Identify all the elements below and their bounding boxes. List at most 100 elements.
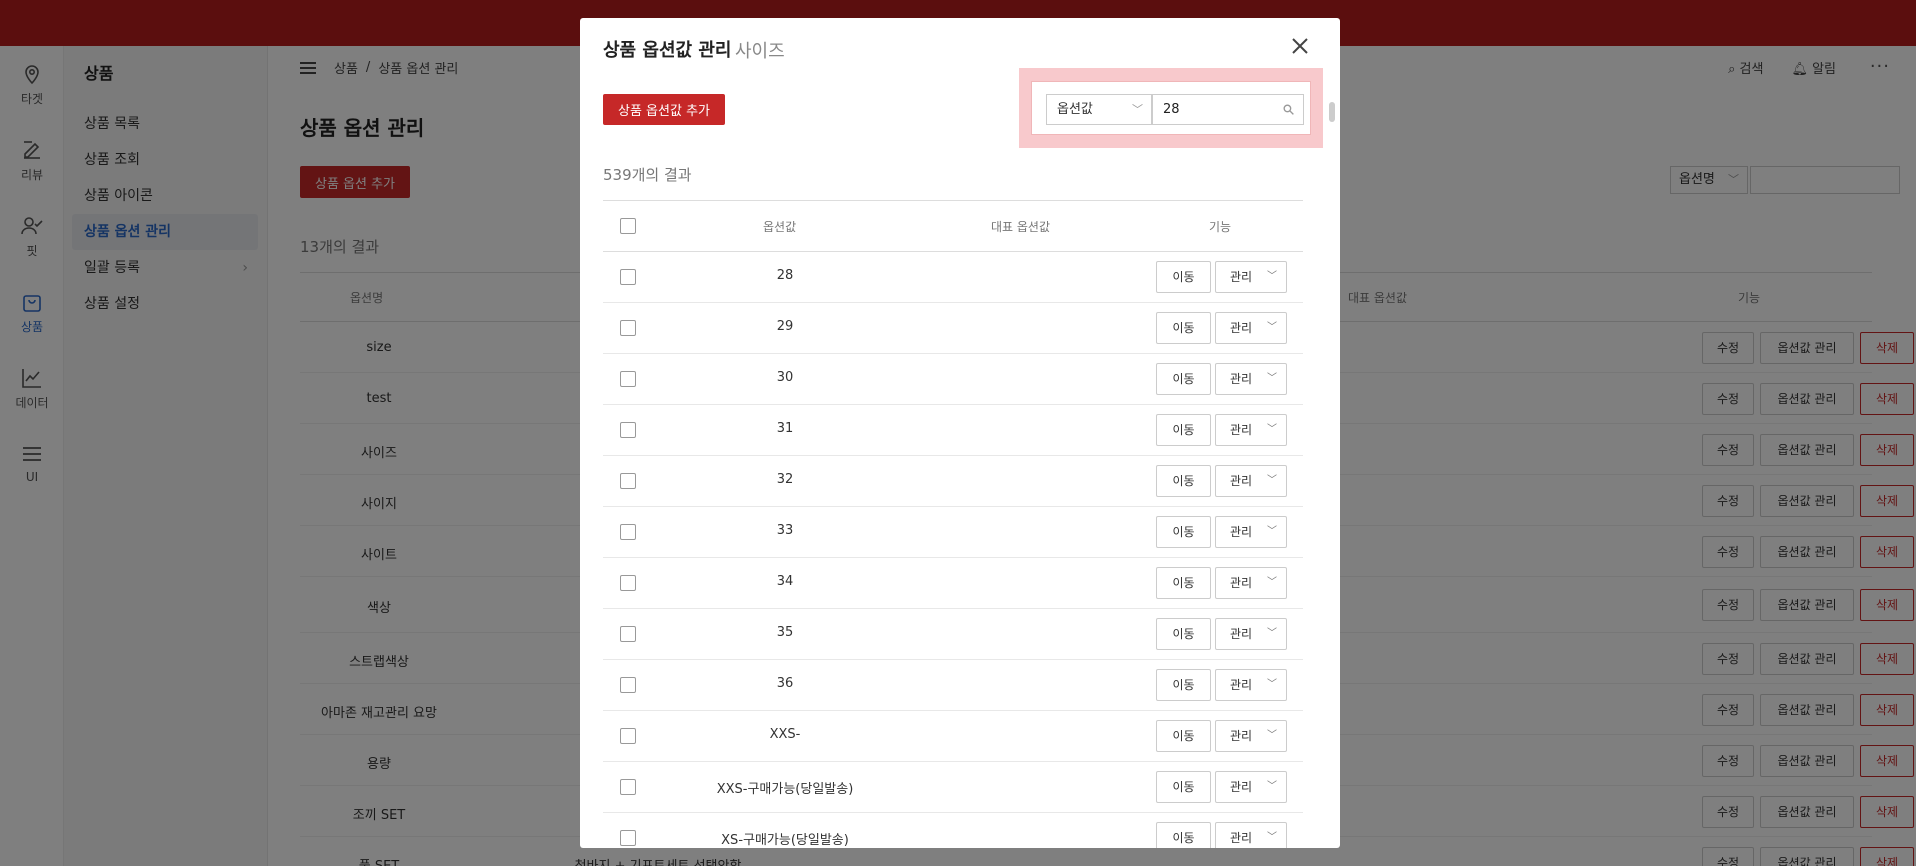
manage-label: 관리 — [1230, 525, 1253, 539]
row-checkbox[interactable] — [620, 473, 636, 489]
option-value-cell: XXS- — [769, 727, 801, 742]
move-button[interactable]: 이동 — [1156, 720, 1211, 752]
manage-dropdown[interactable]: 관리 ﹀ — [1215, 618, 1287, 650]
row-checkbox[interactable] — [620, 626, 636, 642]
move-button[interactable]: 이동 — [1156, 312, 1211, 344]
chevron-down-icon: ﹀ — [1132, 103, 1143, 116]
modal-subtitle: 사이즈 — [735, 41, 785, 62]
chevron-down-icon: ﹀ — [1267, 832, 1277, 843]
manage-label: 관리 — [1230, 729, 1253, 743]
row-checkbox[interactable] — [620, 728, 636, 744]
modal-title: 상품 옵션값 관리 — [603, 40, 732, 61]
option-value-cell: XXS-구매가능(당일발송) — [716, 782, 854, 797]
table-row: XXS-구매가능(당일발송) 이동 관리 ﹀ — [603, 762, 1303, 813]
option-value-modal: 상품 옵션값 관리 사이즈 상품 옵션값 추가 옵션값 ﹀ 539개의 결과 옵션… — [580, 18, 1340, 848]
row-checkbox[interactable] — [620, 677, 636, 693]
row-checkbox[interactable] — [620, 269, 636, 285]
option-value-cell: 29 — [776, 319, 794, 334]
move-button[interactable]: 이동 — [1156, 618, 1211, 650]
close-icon[interactable] — [1288, 34, 1312, 58]
search-input[interactable] — [1153, 95, 1273, 124]
option-value-cell: 30 — [776, 370, 794, 385]
row-checkbox[interactable] — [620, 575, 636, 591]
manage-label: 관리 — [1230, 372, 1253, 386]
table-row: 28 이동 관리 ﹀ — [603, 252, 1303, 303]
table-row: 35 이동 관리 ﹀ — [603, 609, 1303, 660]
chevron-down-icon: ﹀ — [1267, 577, 1277, 588]
table-row: 36 이동 관리 ﹀ — [603, 660, 1303, 711]
manage-dropdown[interactable]: 관리 ﹀ — [1215, 261, 1287, 293]
manage-label: 관리 — [1230, 270, 1253, 284]
manage-label: 관리 — [1230, 780, 1253, 794]
move-button[interactable]: 이동 — [1156, 516, 1211, 548]
modal-scrollbar[interactable] — [1328, 86, 1336, 846]
chevron-down-icon: ﹀ — [1267, 322, 1277, 333]
move-button[interactable]: 이동 — [1156, 363, 1211, 395]
option-value-cell: 28 — [776, 268, 794, 283]
chevron-down-icon: ﹀ — [1267, 628, 1277, 639]
chevron-down-icon: ﹀ — [1267, 781, 1277, 792]
manage-dropdown[interactable]: 관리 ﹀ — [1215, 516, 1287, 548]
select-all-checkbox[interactable] — [620, 218, 636, 234]
move-button[interactable]: 이동 — [1156, 822, 1211, 848]
move-button[interactable]: 이동 — [1156, 465, 1211, 497]
row-checkbox[interactable] — [620, 320, 636, 336]
manage-label: 관리 — [1230, 423, 1253, 437]
row-checkbox[interactable] — [620, 830, 636, 846]
table-row: XXS- 이동 관리 ﹀ — [603, 711, 1303, 762]
scrollbar-thumb[interactable] — [1329, 102, 1335, 122]
manage-dropdown[interactable]: 관리 ﹀ — [1215, 567, 1287, 599]
manage-dropdown[interactable]: 관리 ﹀ — [1215, 822, 1287, 848]
chevron-down-icon: ﹀ — [1267, 730, 1277, 741]
manage-dropdown[interactable]: 관리 ﹀ — [1215, 312, 1287, 344]
move-button[interactable]: 이동 — [1156, 414, 1211, 446]
manage-dropdown[interactable]: 관리 ﹀ — [1215, 669, 1287, 701]
move-button[interactable]: 이동 — [1156, 669, 1211, 701]
column-header: 기능 — [1209, 220, 1232, 234]
table-row: 30 이동 관리 ﹀ — [603, 354, 1303, 405]
table-row: XS-구매가능(당일발송) 이동 관리 ﹀ — [603, 813, 1303, 848]
manage-dropdown[interactable]: 관리 ﹀ — [1215, 771, 1287, 803]
row-checkbox[interactable] — [620, 524, 636, 540]
chevron-down-icon: ﹀ — [1267, 424, 1277, 435]
manage-dropdown[interactable]: 관리 ﹀ — [1215, 720, 1287, 752]
manage-label: 관리 — [1230, 321, 1253, 335]
search-field-value: 옵션값 — [1057, 102, 1093, 117]
modal-result-count: 539개의 결과 — [603, 166, 692, 184]
table-row: 29 이동 관리 ﹀ — [603, 303, 1303, 354]
option-value-cell: 33 — [776, 523, 794, 538]
search-input-wrap — [1152, 94, 1304, 125]
manage-dropdown[interactable]: 관리 ﹀ — [1215, 363, 1287, 395]
search-icon[interactable] — [1282, 103, 1295, 116]
table-row: 34 이동 관리 ﹀ — [603, 558, 1303, 609]
chevron-down-icon: ﹀ — [1267, 373, 1277, 384]
search-field-select[interactable]: 옵션값 ﹀ — [1046, 94, 1152, 125]
move-button[interactable]: 이동 — [1156, 567, 1211, 599]
option-value-cell: 31 — [776, 421, 794, 436]
manage-label: 관리 — [1230, 678, 1253, 692]
manage-dropdown[interactable]: 관리 ﹀ — [1215, 414, 1287, 446]
option-value-cell: 36 — [776, 676, 794, 691]
option-value-cell: 32 — [776, 472, 794, 487]
table-row: 32 이동 관리 ﹀ — [603, 456, 1303, 507]
table-row: 33 이동 관리 ﹀ — [603, 507, 1303, 558]
row-checkbox[interactable] — [620, 371, 636, 387]
row-checkbox[interactable] — [620, 422, 636, 438]
add-option-value-button[interactable]: 상품 옵션값 추가 — [603, 94, 725, 125]
column-header: 대표 옵션값 — [991, 220, 1051, 234]
table-header: 옵션값 대표 옵션값 기능 — [603, 200, 1303, 252]
manage-label: 관리 — [1230, 576, 1253, 590]
table-row: 31 이동 관리 ﹀ — [603, 405, 1303, 456]
row-checkbox[interactable] — [620, 779, 636, 795]
chevron-down-icon: ﹀ — [1267, 475, 1277, 486]
manage-label: 관리 — [1230, 627, 1253, 641]
option-value-cell: 34 — [776, 574, 794, 589]
manage-dropdown[interactable]: 관리 ﹀ — [1215, 465, 1287, 497]
manage-label: 관리 — [1230, 474, 1253, 488]
option-value-cell: 35 — [776, 625, 794, 640]
chevron-down-icon: ﹀ — [1267, 271, 1277, 282]
move-button[interactable]: 이동 — [1156, 771, 1211, 803]
move-button[interactable]: 이동 — [1156, 261, 1211, 293]
option-value-cell: XS-구매가능(당일발송) — [721, 833, 849, 848]
column-header: 옵션값 — [763, 220, 797, 234]
